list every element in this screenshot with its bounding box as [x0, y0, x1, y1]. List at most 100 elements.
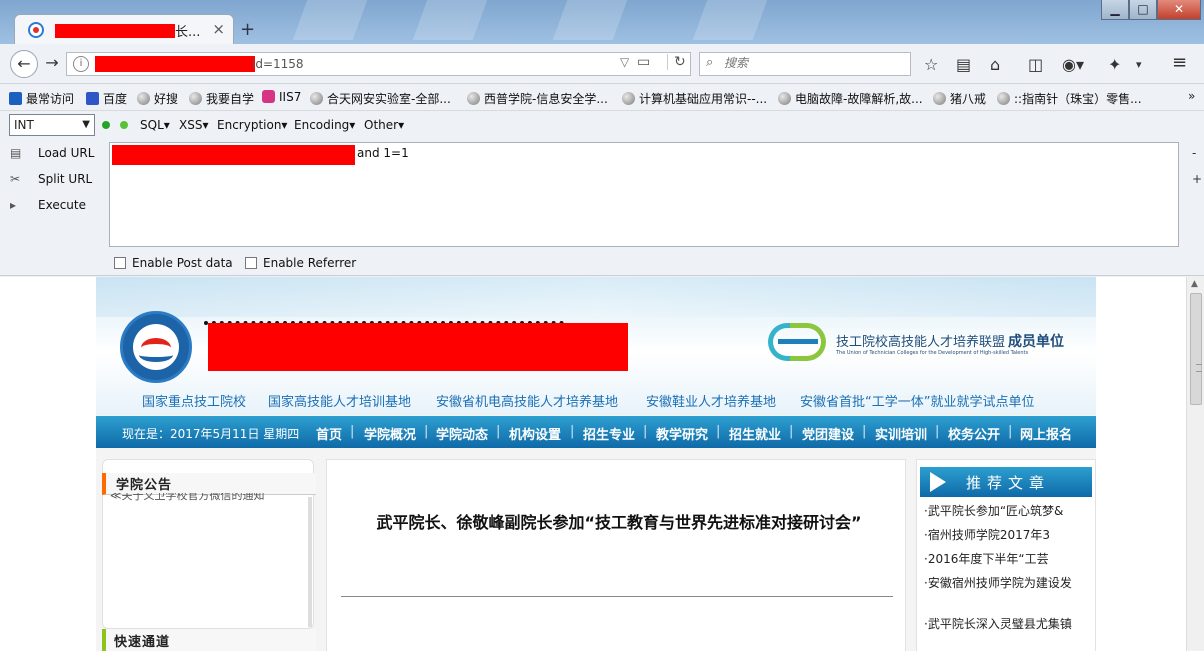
forward-arrow-icon[interactable]: → [38, 50, 66, 78]
redacted-tab-title [55, 24, 175, 38]
search-bar[interactable]: ⌕ [699, 52, 911, 76]
menu-icon[interactable]: ≡ [1172, 52, 1187, 73]
bookmark-label: 西普学院-信息安全学... [484, 92, 608, 106]
hackbar-menu-encoding[interactable]: Encoding▾ [294, 118, 355, 132]
checkbox-box[interactable] [114, 257, 126, 269]
hackbar-url-textarea[interactable]: and 1=1 [109, 142, 1179, 247]
bookmark-item[interactable]: 合天网安实验室-全部... [310, 90, 451, 107]
recommended-article-link[interactable]: ·安徽宿州技师学院为建设发 [924, 575, 1088, 592]
tools-icon[interactable]: ✦ [1108, 55, 1121, 74]
iis7-icon [262, 90, 275, 103]
recommended-article-link[interactable]: ·武平院长参加“匠心筑梦& [924, 503, 1088, 520]
page-scrollbar[interactable]: ▲ [1186, 277, 1204, 651]
info-icon[interactable]: i [73, 56, 89, 72]
nav-departments[interactable]: 机构设置 [509, 424, 561, 443]
recommended-article-link[interactable]: ·2016年度下半年“工芸 [924, 551, 1088, 568]
article-divider [341, 596, 893, 597]
alliance-logo [768, 323, 826, 361]
nav-news[interactable]: 学院动态 [436, 424, 488, 443]
nav-training[interactable]: 实训培训 [875, 424, 927, 443]
bookmark-item[interactable]: 猪八戒 [933, 90, 986, 107]
nav-research[interactable]: 教学研究 [656, 424, 708, 443]
globe-icon [778, 92, 791, 105]
grow-textarea-button[interactable]: + [1192, 172, 1202, 186]
bookmark-item[interactable]: ::指南针（珠宝）零售... [997, 90, 1142, 107]
checkbox-label: Enable Referrer [263, 256, 357, 270]
bookmark-item[interactable]: 我要自学 [189, 90, 254, 107]
nav-separator: | [789, 424, 794, 439]
nav-separator: | [716, 424, 721, 439]
shrink-textarea-button[interactable]: - [1192, 146, 1196, 160]
url-dropdown-icon[interactable]: ▽ [620, 55, 629, 69]
sql-payload-text[interactable]: and 1=1 [357, 146, 409, 160]
hackbar-menu-other[interactable]: Other▾ [364, 118, 404, 132]
browser-tab[interactable]: 长... × [14, 14, 234, 44]
url-bar[interactable]: i id=1158 ▽ ▭ ↻ [66, 52, 691, 76]
redacted-site-title [208, 323, 628, 371]
hackbar-select-value: INT [14, 118, 34, 132]
bookmark-list-icon[interactable]: ▤ [956, 55, 971, 74]
addon-icon[interactable]: ◉▾ [1062, 55, 1084, 74]
reload-icon[interactable]: ↻ [667, 54, 686, 70]
increase-icon[interactable] [120, 121, 128, 129]
tab-close-icon[interactable]: × [212, 20, 225, 38]
bookmark-item[interactable]: 计算机基础应用常识--... [622, 90, 767, 107]
enable-referrer-checkbox[interactable]: Enable Referrer [245, 256, 356, 270]
alliance-logo-bar [778, 339, 818, 344]
bookmark-item[interactable]: IIS7 [262, 90, 301, 104]
hackbar-menu-sql[interactable]: SQL▾ [140, 118, 170, 132]
recommended-article-link[interactable]: ·宿州技师学院2017年3 [924, 527, 1088, 544]
maximize-button[interactable]: □ [1129, 0, 1157, 20]
globe-icon [622, 92, 635, 105]
bookmarks-overflow-button[interactable]: » [1188, 89, 1195, 103]
nav-majors[interactable]: 招生专业 [583, 424, 635, 443]
nav-about[interactable]: 学院概况 [364, 424, 416, 443]
nav-home[interactable]: 首页 [316, 424, 342, 443]
bookmark-item[interactable]: 西普学院-信息安全学... [467, 90, 608, 107]
bookmark-label: 百度 [103, 92, 128, 106]
bookmark-item[interactable]: 最常访问 [9, 90, 74, 107]
titlebar-decoration [292, 0, 368, 40]
notice-marquee[interactable]: ≪关于义卫学校官方微信的通知 [110, 493, 306, 505]
navigation-toolbar: ← → i id=1158 ▽ ▭ ↻ ⌕ ☆ ▤ ⌂ ◫ ◉▾ ✦ ▾ ≡ [0, 44, 1204, 84]
search-input[interactable] [724, 56, 904, 70]
nav-separator: | [350, 424, 355, 439]
execute-button[interactable]: ▸ Execute [10, 198, 86, 212]
chevron-down-icon: ▼ [82, 119, 90, 130]
pocket-icon[interactable]: ◫ [1028, 55, 1043, 74]
reader-icon[interactable]: ▭ [637, 54, 650, 70]
bookmark-item[interactable]: 好搜 [137, 90, 178, 107]
minimize-button[interactable]: ▁ [1101, 0, 1129, 20]
bookmark-item[interactable]: 百度 [86, 90, 127, 107]
hackbar-menu-encryption[interactable]: Encryption▾ [217, 118, 287, 132]
scroll-up-icon[interactable]: ▲ [1191, 279, 1198, 289]
nav-party[interactable]: 党团建设 [802, 424, 854, 443]
decrease-icon[interactable] [102, 121, 110, 129]
notice-item[interactable]: ≪关于义卫学校官方微信的通知 [110, 493, 265, 503]
bookmark-label: 好搜 [154, 92, 179, 106]
scrollbar-thumb[interactable] [1190, 293, 1202, 405]
checkbox-box[interactable] [245, 257, 257, 269]
nav-affairs[interactable]: 校务公开 [948, 424, 1000, 443]
new-tab-button[interactable]: + [240, 19, 255, 40]
college-logo[interactable] [120, 311, 192, 383]
star-icon[interactable]: ☆ [924, 55, 938, 74]
recommended-article-link[interactable]: ·武平院长深入灵璧县尤集镇 [924, 616, 1088, 633]
nav-separator: | [643, 424, 648, 439]
notice-scrollbar[interactable] [308, 497, 312, 627]
enable-post-data-checkbox[interactable]: Enable Post data [114, 256, 233, 270]
back-arrow-icon[interactable]: ← [10, 50, 38, 78]
close-window-button[interactable]: ✕ [1157, 0, 1201, 20]
overflow-chevron-icon[interactable]: ▾ [1136, 58, 1142, 71]
home-icon[interactable]: ⌂ [990, 55, 1000, 74]
nav-employment[interactable]: 招生就业 [729, 424, 781, 443]
globe-icon [137, 92, 150, 105]
hackbar-menu-xss[interactable]: XSS▾ [179, 118, 208, 132]
url-text[interactable]: id=1158 [252, 57, 304, 71]
bookmark-item[interactable]: 电脑故障-故障解析,故... [778, 90, 923, 107]
hackbar-type-select[interactable]: INT ▼ [9, 114, 95, 136]
split-url-button[interactable]: ✂ Split URL [10, 172, 92, 186]
load-url-button[interactable]: ▤ Load URL [10, 146, 94, 160]
nav-apply[interactable]: 网上报名 [1020, 424, 1072, 443]
globe-icon [310, 92, 323, 105]
